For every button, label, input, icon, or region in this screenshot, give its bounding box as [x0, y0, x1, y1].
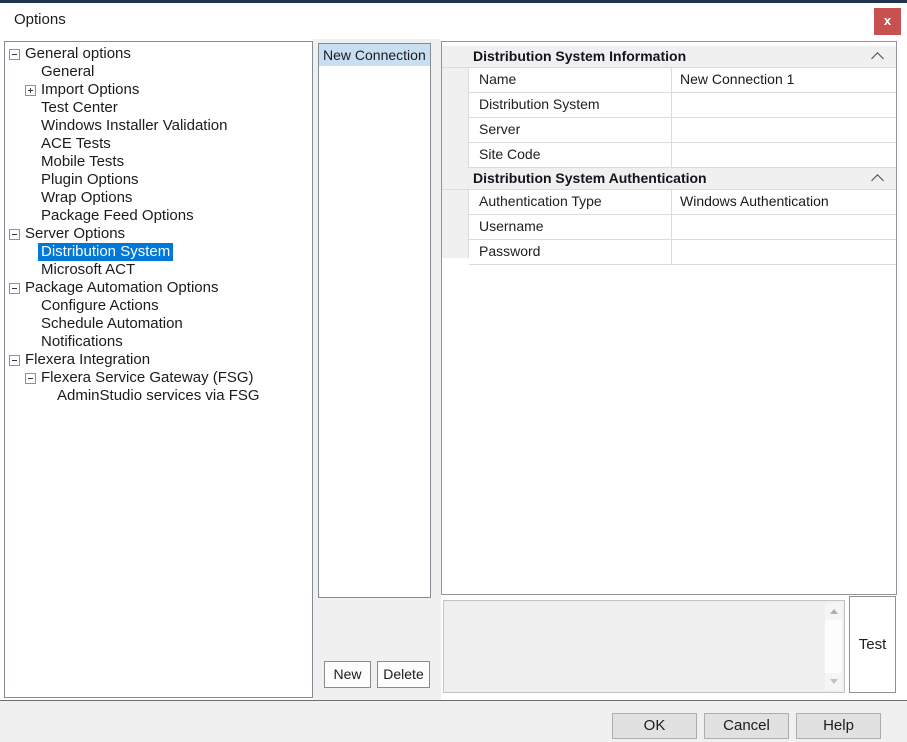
connection-list-item[interactable]: New Connection 1 — [319, 44, 430, 66]
collapse-minus-icon[interactable] — [9, 49, 20, 60]
property-value-field[interactable] — [671, 93, 896, 117]
tree-item-microsoft-act[interactable]: Microsoft ACT — [5, 261, 312, 279]
cancel-button[interactable]: Cancel — [704, 713, 789, 739]
tree-item-label: General options — [22, 45, 134, 63]
property-value-field[interactable] — [671, 240, 896, 264]
tree-item-general[interactable]: General — [5, 63, 312, 81]
collapse-minus-icon[interactable] — [9, 229, 20, 240]
property-label: Username — [469, 215, 671, 239]
section-title: Distribution System Information — [473, 48, 686, 64]
footer-bar: OK Cancel Help — [0, 700, 907, 742]
tree-item-package-feed-options[interactable]: Package Feed Options — [5, 207, 312, 225]
tree-item-label: Configure Actions — [38, 297, 162, 315]
property-row-name: NameNew Connection 1 — [469, 68, 896, 93]
property-row-password: Password — [469, 240, 896, 265]
scroll-up-icon — [830, 609, 838, 614]
scroll-up-button[interactable] — [825, 603, 842, 620]
tree-item-label: Windows Installer Validation — [38, 117, 230, 135]
title-bar: Options x — [0, 3, 907, 37]
section-header-distribution-system-authentication[interactable]: Distribution System Authentication — [442, 168, 896, 190]
tree-item-label: Flexera Integration — [22, 351, 153, 369]
property-grid: Distribution System Information NameNew C… — [441, 41, 897, 595]
chevron-up-icon[interactable] — [871, 52, 884, 65]
test-button-label: Test — [859, 636, 887, 653]
tree-item-label: Mobile Tests — [38, 153, 127, 171]
expand-plus-icon[interactable] — [25, 85, 36, 96]
close-button[interactable]: x — [874, 8, 901, 35]
tree-item-test-center[interactable]: Test Center — [5, 99, 312, 117]
tree-item-label: Flexera Service Gateway (FSG) — [38, 369, 257, 387]
property-label: Server — [469, 118, 671, 142]
property-row-server: Server — [469, 118, 896, 143]
tree-item-wrap-options[interactable]: Wrap Options — [5, 189, 312, 207]
tree-item-plugin-options[interactable]: Plugin Options — [5, 171, 312, 189]
property-value-field[interactable] — [671, 143, 896, 167]
tree-item-ace-tests[interactable]: ACE Tests — [5, 135, 312, 153]
tree-item-notifications[interactable]: Notifications — [5, 333, 312, 351]
window-title: Options — [14, 11, 66, 28]
tree-item-label: Package Automation Options — [22, 279, 221, 297]
property-grid-body: Distribution System Information NameNew C… — [442, 46, 896, 265]
property-value-field[interactable] — [671, 215, 896, 239]
collapse-minus-icon[interactable] — [9, 355, 20, 366]
property-label: Site Code — [469, 143, 671, 167]
ok-button[interactable]: OK — [612, 713, 697, 739]
close-icon: x — [884, 13, 891, 28]
new-button[interactable]: New — [324, 661, 371, 688]
help-button[interactable]: Help — [796, 713, 881, 739]
tree-item-label: Import Options — [38, 81, 142, 99]
property-label: Name — [469, 68, 671, 92]
chevron-up-icon[interactable] — [871, 174, 884, 187]
tree-item-label: Distribution System — [38, 243, 173, 261]
property-row-username: Username — [469, 215, 896, 240]
tree-item-label: Test Center — [38, 99, 121, 117]
scroll-down-icon — [830, 679, 838, 684]
tree-item-adminstudio-services-via-fsg[interactable]: AdminStudio services via FSG — [5, 387, 312, 405]
connection-list[interactable]: New Connection 1 — [318, 43, 431, 598]
tree-item-server-options[interactable]: Server Options — [5, 225, 312, 243]
options-dialog: Options x General optionsGeneralImport O… — [0, 0, 907, 742]
property-row-distribution-system: Distribution System — [469, 93, 896, 118]
tree-item-import-options[interactable]: Import Options — [5, 81, 312, 99]
scroll-down-button[interactable] — [825, 673, 842, 690]
tree-item-flexera-integration[interactable]: Flexera Integration — [5, 351, 312, 369]
tree-item-label: AdminStudio services via FSG — [54, 387, 263, 405]
property-label: Password — [469, 240, 671, 264]
tree-item-flexera-service-gateway-fsg[interactable]: Flexera Service Gateway (FSG) — [5, 369, 312, 387]
tree-item-label: Server Options — [22, 225, 128, 243]
property-value-field[interactable]: Windows Authentication — [671, 190, 896, 214]
tree-item-label: ACE Tests — [38, 135, 114, 153]
property-value-field[interactable]: New Connection 1 — [671, 68, 896, 92]
scrollbar[interactable] — [825, 603, 842, 690]
property-label: Distribution System — [469, 93, 671, 117]
tree-item-label: Schedule Automation — [38, 315, 186, 333]
tree-item-mobile-tests[interactable]: Mobile Tests — [5, 153, 312, 171]
property-label: Authentication Type — [469, 190, 671, 214]
tree-item-general-options[interactable]: General options — [5, 45, 312, 63]
test-result-box — [443, 600, 845, 693]
property-row-site-code: Site Code — [469, 143, 896, 168]
tree-item-label: Plugin Options — [38, 171, 142, 189]
tree-item-distribution-system[interactable]: Distribution System — [5, 243, 312, 261]
test-button[interactable]: Test — [849, 596, 896, 693]
tree-item-label: General — [38, 63, 97, 81]
property-row-authentication-type: Authentication TypeWindows Authenticatio… — [469, 190, 896, 215]
delete-button[interactable]: Delete — [377, 661, 430, 688]
tree-item-windows-installer-validation[interactable]: Windows Installer Validation — [5, 117, 312, 135]
collapse-minus-icon[interactable] — [25, 373, 36, 384]
section-header-distribution-system-information[interactable]: Distribution System Information — [442, 46, 896, 68]
tree-item-label: Wrap Options — [38, 189, 135, 207]
tree-item-label: Package Feed Options — [38, 207, 197, 225]
property-value-field[interactable] — [671, 118, 896, 142]
tree-item-label: Notifications — [38, 333, 126, 351]
collapse-minus-icon[interactable] — [9, 283, 20, 294]
tree-item-configure-actions[interactable]: Configure Actions — [5, 297, 312, 315]
tree-item-schedule-automation[interactable]: Schedule Automation — [5, 315, 312, 333]
tree-item-label: Microsoft ACT — [38, 261, 138, 279]
section-title: Distribution System Authentication — [473, 170, 707, 186]
tree-item-package-automation-options[interactable]: Package Automation Options — [5, 279, 312, 297]
options-tree[interactable]: General optionsGeneralImport OptionsTest… — [4, 41, 313, 698]
